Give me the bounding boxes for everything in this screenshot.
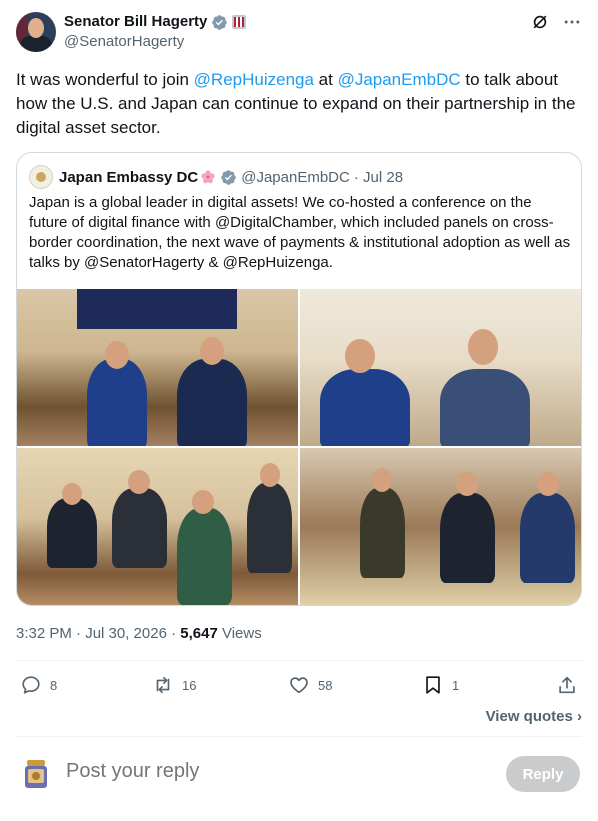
repost-icon	[156, 676, 170, 694]
divider	[16, 736, 582, 737]
quoted-handle[interactable]: @JapanEmbDC	[241, 169, 350, 186]
quoted-header: Japan Embassy DC @JapanEmbDC · Jul 28	[29, 165, 403, 189]
share-action[interactable]	[556, 672, 586, 698]
mention-link[interactable]: @JapanEmbDC	[338, 70, 461, 89]
share-icon	[559, 676, 575, 694]
author-handle[interactable]: @SenatorHagerty	[64, 32, 246, 52]
reply-icon	[22, 676, 40, 694]
verified-badge-icon	[221, 169, 236, 185]
reply-input[interactable]	[66, 760, 466, 783]
photo-grid	[17, 289, 581, 605]
grok-icon[interactable]	[530, 12, 550, 32]
photo-panel-2[interactable]	[300, 289, 581, 446]
quoted-date[interactable]: · Jul 28	[354, 169, 403, 186]
author-avatar[interactable]	[16, 12, 56, 52]
reply-count: 8	[50, 677, 58, 693]
bookmark-action[interactable]: 1	[422, 672, 459, 698]
views-label: Views	[217, 625, 262, 642]
tweet-header: Senator Bill Hagerty @SenatorHagerty	[16, 12, 582, 56]
tweet-text-part: at	[313, 70, 338, 89]
repost-count: 16	[182, 677, 197, 693]
tweet-text: It was wonderful to join @RepHuizenga at…	[16, 68, 582, 140]
like-count: 58	[318, 677, 333, 693]
heart-icon	[290, 677, 308, 694]
photo-panel-4[interactable]	[300, 448, 581, 605]
like-action[interactable]: 58	[288, 672, 332, 698]
quoted-avatar[interactable]	[29, 165, 53, 189]
tweet-timestamp: 3:32 PM · Jul 30, 2026 · 5,647 Views	[16, 624, 262, 644]
cherry-blossom-icon	[201, 170, 215, 184]
author-info: Senator Bill Hagerty @SenatorHagerty	[64, 12, 247, 52]
quoted-author-name[interactable]: Japan Embassy DC	[59, 169, 198, 186]
author-name[interactable]: Senator Bill Hagerty	[64, 12, 207, 32]
photo-panel-3[interactable]	[17, 448, 298, 605]
verified-badge-icon	[212, 14, 228, 30]
more-options-icon[interactable]	[562, 12, 582, 32]
repost-action[interactable]: 16	[152, 672, 196, 698]
reply-composer: Reply	[16, 752, 582, 796]
bookmark-count: 1	[452, 677, 460, 693]
action-bar: 8 16 58 1	[16, 672, 582, 698]
us-flag-badge-icon	[232, 15, 247, 29]
quoted-tweet[interactable]: Japan Embassy DC @JapanEmbDC · Jul 28 Ja…	[16, 152, 582, 606]
reply-button[interactable]: Reply	[506, 756, 580, 792]
timestamp-text[interactable]: 3:32 PM · Jul 30, 2026 ·	[16, 625, 180, 642]
photo-panel-1[interactable]	[17, 289, 298, 446]
reply-action[interactable]: 8	[20, 672, 57, 698]
quoted-text: Japan is a global leader in digital asse…	[29, 194, 571, 271]
bookmark-icon	[426, 676, 440, 694]
view-quotes-link[interactable]: View quotes ›	[486, 707, 582, 727]
user-avatar[interactable]	[18, 756, 54, 792]
tweet-text-part: It was wonderful to join	[16, 70, 194, 89]
mention-link[interactable]: @RepHuizenga	[194, 70, 314, 89]
views-count: 5,647	[180, 625, 218, 642]
divider	[16, 660, 582, 661]
